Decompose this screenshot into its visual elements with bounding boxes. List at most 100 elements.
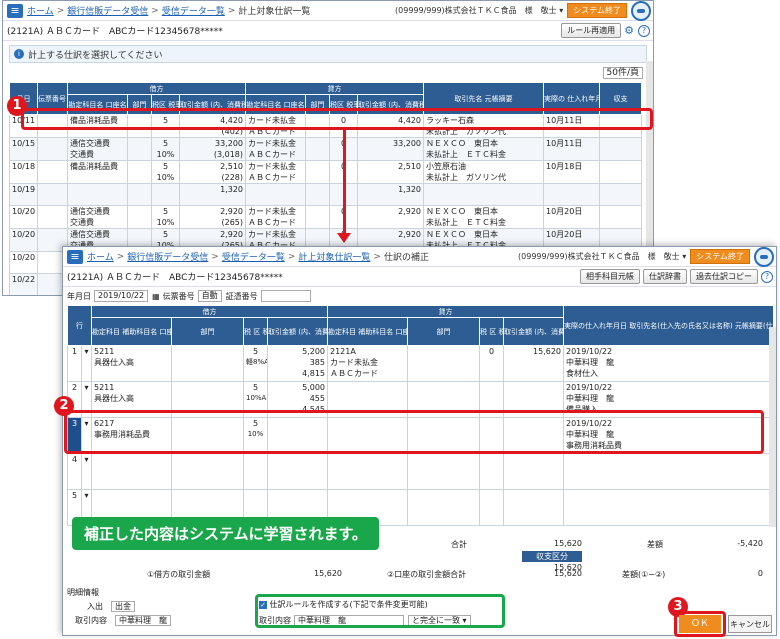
row-credit-dept[interactable]	[407, 453, 480, 490]
row-collect	[599, 205, 642, 229]
calendar-icon[interactable]: ▦	[152, 292, 160, 301]
header-form: 年月日 2019/10/22 ▦ 伝票番号 自動 証憑番号	[63, 287, 776, 305]
voucher-input[interactable]: 自動	[197, 290, 222, 302]
correction-row[interactable]: 4 ▾	[67, 453, 774, 490]
rule-highlight	[255, 594, 505, 628]
breadcrumb-home[interactable]: ホーム	[87, 250, 114, 263]
sum2-label: ②口座の取引金額合計	[387, 570, 467, 579]
ledger-button[interactable]: 相手科目元帳	[580, 269, 640, 284]
row-credit-dept[interactable]	[407, 345, 480, 382]
info-bar: i 計上する仕訳を選択してください	[9, 45, 647, 63]
row-debit-tax[interactable]: 5 軽8%A	[243, 345, 268, 382]
row-actual-date	[543, 183, 600, 206]
row-debit-dept[interactable]	[171, 453, 244, 490]
breadcrumb-home[interactable]: ホーム	[27, 4, 54, 17]
detail-area: 明細情報 入出 出金 取引内容 中華料理 龍	[67, 587, 175, 626]
help-icon[interactable]: ?	[761, 270, 773, 283]
row-debit-dept	[127, 183, 152, 206]
row-partner	[423, 183, 544, 206]
caption-banner: 補正した内容はシステムに学習されます。	[72, 517, 380, 550]
row-credit-dept	[305, 137, 330, 161]
row-debit-acct: 通信交通費交通費	[67, 137, 128, 161]
gear-icon[interactable]: ⚙	[624, 24, 634, 37]
row-collect	[599, 183, 642, 206]
past-copy-button[interactable]: 過去仕訳コピー	[690, 269, 758, 284]
row-debit-tax: 510%	[151, 160, 180, 184]
sum3-value: 0	[757, 569, 763, 578]
evidence-input[interactable]	[260, 290, 311, 302]
collect-label: 収支区分	[522, 551, 582, 562]
cancel-button[interactable]: キャンセル	[728, 615, 772, 633]
row-debit-dept[interactable]	[171, 345, 244, 382]
row-debit-amount: 33,200 (3,018)	[179, 137, 246, 161]
content-label: 取引内容	[75, 616, 107, 625]
row-credit-acct[interactable]: 2121A カード未払金 ＡＢＣカード	[327, 345, 408, 382]
journal-row[interactable]: 10/20 通信交通費交通費 510% 2,920(265) カード未払金ＡＢＣ…	[9, 205, 642, 229]
row-date: 10/18	[9, 160, 38, 184]
row-credit-amount[interactable]	[503, 489, 564, 526]
col-debit-dept: 部門	[171, 317, 244, 346]
row-debit-acct	[67, 183, 128, 206]
col-debit: 借方	[91, 305, 328, 318]
card-title: (2121A) ＡＢＣカード ABCカード12345678*****	[7, 27, 223, 37]
date-input[interactable]: 2019/10/22	[94, 290, 149, 302]
title-bar-2: (2121A) ＡＢＣカード ABCカード12345678***** 相手科目元…	[63, 267, 776, 287]
row-debit-tax[interactable]	[243, 453, 268, 490]
company-user[interactable]: (09999/999)株式会社ＴＫＣ食品 様 敬士 ▾	[395, 5, 563, 16]
row-debit-acct: 通信交通費交通費	[67, 205, 128, 229]
row-credit-tax[interactable]	[479, 453, 504, 490]
mascot-icon	[631, 1, 651, 21]
scrollbar-2[interactable]	[769, 327, 776, 527]
row-debit-amount[interactable]	[267, 453, 328, 490]
row-debit-amount[interactable]: 5,200 385 4,815	[267, 345, 328, 382]
journal-row[interactable]: 10/18 備品消耗品費 5 10% 2,510 (228) カード未払金 ＡＢＣカー…	[9, 160, 642, 184]
row-partner: 小笠原石油 未払計上 ガソリン代	[423, 160, 544, 184]
breadcrumb-bank-receive[interactable]: 銀行信販データ受信	[67, 4, 148, 17]
help-icon[interactable]: ?	[638, 24, 650, 37]
row-debit-acct: 備品消耗品費	[67, 160, 128, 184]
col-debit: 借方	[67, 82, 246, 95]
menu-icon[interactable]: ≡	[7, 3, 23, 18]
row-credit-dept[interactable]	[407, 489, 480, 526]
row-credit-tax[interactable]: 0	[479, 345, 504, 382]
col-actual: 実際の仕入れ年月日 取引先名(仕入先の氏名又は名称) 元帳摘要(仕入れ資産等の種…	[563, 305, 774, 346]
breadcrumb-received-list[interactable]: 受信データ一覧	[162, 4, 225, 17]
system-end-button[interactable]: システム終了	[567, 3, 627, 18]
ok-button[interactable]: ＯＫ	[679, 615, 721, 633]
row-debit-acct[interactable]: 5211 具器仕入高	[91, 345, 172, 382]
col-credit-acct: 勘定科目 補助科目名 口座名	[327, 317, 408, 346]
correction-row[interactable]: 1 ▾ 5211 具器仕入高 5 軽8%A 5,200 385 4,815 2121A カ…	[67, 345, 774, 382]
row-actual[interactable]	[563, 489, 774, 526]
menu-icon[interactable]: ≡	[67, 249, 83, 264]
rule-reapply-button[interactable]: ルール再適用	[561, 23, 622, 38]
mascot-icon	[754, 247, 774, 267]
breadcrumb-received-list[interactable]: 受信データ一覧	[222, 250, 285, 263]
row-number: 4	[67, 453, 82, 490]
row-debit-acct[interactable]	[91, 453, 172, 490]
system-end-button[interactable]: システム終了	[690, 249, 750, 264]
breadcrumb-journal-list[interactable]: 計上対象仕訳一覧	[298, 250, 370, 263]
row-actual[interactable]	[563, 453, 774, 490]
annotation-arrow-line	[343, 130, 346, 234]
row-credit-acct[interactable]	[327, 453, 408, 490]
row-number: 1	[67, 345, 82, 382]
row-voucher	[37, 137, 68, 161]
breadcrumb-bank-receive[interactable]: 銀行信販データ受信	[127, 250, 208, 263]
card-title: (2121A) ＡＢＣカード ABCカード12345678*****	[67, 273, 283, 283]
per-page-select[interactable]: 50件/頁	[602, 67, 643, 79]
detail-label: 明細情報	[67, 588, 99, 597]
row-menu-icon[interactable]: ▾	[81, 345, 92, 382]
sum1-value: 15,620	[314, 569, 342, 578]
row-menu-icon[interactable]: ▾	[81, 453, 92, 490]
journal-row[interactable]: 10/19 1,320 1,320	[9, 183, 642, 206]
journal-row[interactable]: 10/15 通信交通費 交通費 5 10% 33,200 (3,018) カード未払金…	[9, 137, 642, 161]
row-credit-amount[interactable]: 15,620	[503, 345, 564, 382]
dictionary-button[interactable]: 仕訳辞書	[643, 269, 687, 284]
row-actual[interactable]: 2019/10/22 中華料理 龍食材仕入	[563, 345, 774, 382]
row-credit-tax[interactable]	[479, 489, 504, 526]
row-credit-amount[interactable]	[503, 453, 564, 490]
row-voucher	[37, 160, 68, 184]
row-debit-dept	[127, 137, 152, 161]
company-user[interactable]: (09999/999)株式会社ＴＫＣ食品 様 敬士 ▾	[518, 251, 686, 262]
in-value: 出金	[111, 601, 135, 612]
